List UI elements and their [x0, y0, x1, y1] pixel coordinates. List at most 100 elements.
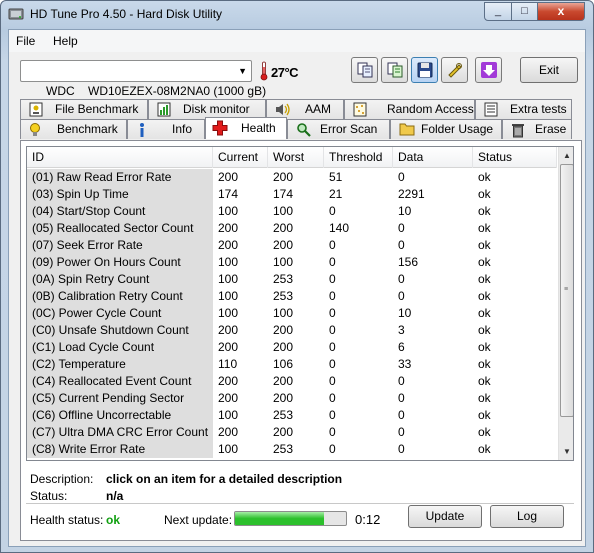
cell-data: 33	[398, 357, 412, 371]
cell-data: 3	[398, 323, 405, 337]
cell-current: 200	[218, 221, 239, 235]
table-row[interactable]: (0A) Spin Retry Count 100 253 0 0 ok	[27, 271, 557, 288]
tab-folder-usage[interactable]: Folder Usage	[390, 119, 502, 139]
column-header-current[interactable]: Current	[213, 147, 268, 168]
bar-chart-icon	[157, 102, 171, 117]
cell-threshold: 0	[329, 442, 336, 456]
table-row[interactable]: (05) Reallocated Sector Count 200 200 140 0 o…	[27, 220, 557, 237]
vertical-scrollbar[interactable]: ▲ ≡ ▼	[558, 147, 573, 460]
tab-random-access[interactable]: Random Access	[344, 99, 475, 119]
table-row[interactable]: (C8) Write Error Rate 100 253 0 0 ok	[27, 441, 557, 458]
cell-threshold: 0	[329, 425, 336, 439]
log-button[interactable]: Log	[490, 505, 564, 528]
cell-worst: 200	[273, 374, 294, 388]
maximize-button[interactable]: □	[511, 2, 538, 21]
update-button[interactable]: Update	[408, 505, 482, 528]
cell-worst: 200	[273, 425, 294, 439]
drive-select[interactable]: WDC WD10EZEX-08M2NA0 (1000 gB) ▼	[20, 60, 266, 98]
scroll-thumb[interactable]: ≡	[560, 164, 573, 417]
menu-help[interactable]: Help	[53, 34, 78, 48]
cell-current: 200	[218, 238, 239, 252]
divider	[26, 503, 574, 504]
description-label: Description:	[30, 472, 94, 486]
tab-error-scan[interactable]: Error Scan	[287, 119, 390, 139]
table-row[interactable]: (07) Seek Error Rate 200 200 0 0 ok	[27, 237, 557, 254]
cell-status: ok	[478, 323, 491, 337]
tab-label: File Benchmark	[55, 102, 139, 116]
table-row[interactable]: (0B) Calibration Retry Count 100 253 0 0 ok	[27, 288, 557, 305]
download-button[interactable]	[475, 57, 502, 83]
cell-threshold: 0	[329, 272, 336, 286]
title-bar[interactable]: HD Tune Pro 4.50 - Hard Disk Utility _ □…	[1, 1, 593, 29]
menu-file[interactable]: File	[16, 34, 35, 48]
cell-threshold: 0	[329, 289, 336, 303]
cell-data: 0	[398, 374, 405, 388]
column-header-data[interactable]: Data	[393, 147, 473, 168]
app-window: HD Tune Pro 4.50 - Hard Disk Utility _ □…	[0, 0, 594, 553]
copy-all-icon	[387, 62, 403, 78]
table-row[interactable]: (03) Spin Up Time 174 174 21 2291 ok	[27, 186, 557, 203]
tab-extra-tests[interactable]: Extra tests	[475, 99, 572, 119]
cell-id: (C1) Load Cycle Count	[27, 339, 213, 356]
cell-id: (0C) Power Cycle Count	[27, 305, 213, 322]
status-value: n/a	[106, 489, 124, 503]
tab-aam[interactable]: AAM	[266, 99, 344, 119]
table-row[interactable]: (C5) Current Pending Sector 200 200 0 0 ok	[27, 390, 557, 407]
cell-id: (04) Start/Stop Count	[27, 203, 213, 220]
cell-worst: 200	[273, 323, 294, 337]
exit-button[interactable]: Exit	[520, 57, 578, 83]
table-body: (01) Raw Read Error Rate 200 200 51 0 ok (03) …	[27, 169, 557, 458]
table-row[interactable]: (C6) Offline Uncorrectable 100 253 0 0 ok	[27, 407, 557, 424]
cell-status: ok	[478, 272, 491, 286]
cell-status: ok	[478, 170, 491, 184]
health-status-value: ok	[106, 513, 121, 527]
next-update-progress	[234, 511, 347, 526]
tab-health[interactable]: Health	[205, 117, 287, 139]
close-button[interactable]: x	[537, 2, 585, 21]
column-header-worst[interactable]: Worst	[268, 147, 324, 168]
cell-status: ok	[478, 340, 491, 354]
scroll-down-icon[interactable]: ▼	[559, 443, 573, 460]
copy-info-button[interactable]	[351, 57, 378, 83]
table-header: ID Current Worst Threshold Data Status	[27, 147, 557, 168]
cell-status: ok	[478, 391, 491, 405]
table-row[interactable]: (09) Power On Hours Count 100 100 0 156 ok	[27, 254, 557, 271]
cell-status: ok	[478, 221, 491, 235]
column-header-threshold[interactable]: Threshold	[324, 147, 393, 168]
scroll-up-icon[interactable]: ▲	[559, 147, 573, 164]
table-row[interactable]: (01) Raw Read Error Rate 200 200 51 0 ok	[27, 169, 557, 186]
column-header-status[interactable]: Status	[473, 147, 557, 168]
cell-id: (C7) Ultra DMA CRC Error Count	[27, 424, 213, 441]
tab-erase[interactable]: Erase	[502, 119, 572, 139]
tab-file-benchmark[interactable]: File Benchmark	[20, 99, 148, 119]
copy-all-button[interactable]	[381, 57, 408, 83]
cell-current: 100	[218, 289, 239, 303]
next-update-label: Next update:	[164, 513, 233, 527]
cell-data: 0	[398, 408, 405, 422]
wrench-icon	[448, 63, 462, 78]
tab-benchmark[interactable]: Benchmark	[20, 119, 127, 139]
table-row[interactable]: (04) Start/Stop Count 100 100 0 10 ok	[27, 203, 557, 220]
table-row[interactable]: (0C) Power Cycle Count 100 100 0 10 ok	[27, 305, 557, 322]
minimize-button[interactable]: _	[484, 2, 512, 21]
cell-threshold: 0	[329, 408, 336, 422]
table-row[interactable]: (C2) Temperature 110 106 0 33 ok	[27, 356, 557, 373]
save-screenshot-button[interactable]	[411, 57, 438, 83]
tab-label: AAM	[305, 102, 332, 116]
cell-id: (C4) Reallocated Event Count	[27, 373, 213, 390]
cell-status: ok	[478, 357, 491, 371]
health-panel: ID Current Worst Threshold Data Status (…	[20, 140, 582, 541]
cell-worst: 253	[273, 442, 294, 456]
cell-current: 110	[218, 357, 238, 371]
column-header-id[interactable]: ID	[27, 147, 213, 168]
options-button[interactable]	[441, 57, 468, 83]
tab-info[interactable]: Info	[127, 119, 205, 139]
table-row[interactable]: (C4) Reallocated Event Count 200 200 0 0 ok	[27, 373, 557, 390]
tab-label: Erase	[535, 122, 567, 136]
table-row[interactable]: (C1) Load Cycle Count 200 200 0 6 ok	[27, 339, 557, 356]
cell-id: (01) Raw Read Error Rate	[27, 169, 213, 186]
tab-disk-monitor[interactable]: Disk monitor	[148, 99, 266, 119]
table-row[interactable]: (C7) Ultra DMA CRC Error Count 200 200 0 0 ok	[27, 424, 557, 441]
table-row[interactable]: (C0) Unsafe Shutdown Count 200 200 0 3 ok	[27, 322, 557, 339]
cell-id: (C6) Offline Uncorrectable	[27, 407, 213, 424]
